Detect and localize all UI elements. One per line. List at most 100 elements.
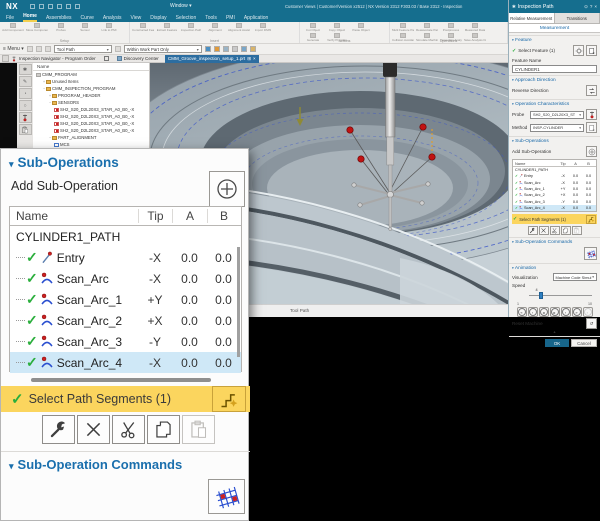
tab-discovery-center[interactable]: Discovery Center [117, 56, 159, 61]
select-path-segments-bar-mini[interactable]: ✓ Select Path Segments (1) [512, 214, 597, 224]
ribbon-item[interactable]: Reassociate Paths [416, 23, 438, 32]
selection-scope[interactable]: Within Work Part Only▾ [124, 45, 202, 53]
ribbon-item[interactable]: Link to PMI [98, 23, 120, 32]
section-approach-direction[interactable]: ▾ Approach Direction [509, 75, 600, 84]
select-path-segments-button[interactable] [212, 386, 246, 412]
edit-button[interactable] [528, 226, 538, 235]
toolbar-icon[interactable] [214, 46, 220, 52]
ribbon-item[interactable]: Cut Object [302, 23, 324, 32]
table-row[interactable]: ✓Scan_Arc -X0.00.0 [10, 268, 241, 289]
ribbon-item[interactable]: Alignment Assistant [228, 23, 250, 32]
edit-button[interactable] [42, 415, 75, 444]
select-feature-button[interactable] [573, 45, 584, 56]
help-icon[interactable]: ? [590, 4, 593, 9]
go-to-start-button[interactable]: « [517, 307, 527, 317]
tab-pmi[interactable]: PMI [226, 15, 235, 22]
table-row[interactable]: ✓Scan_Arc_2 +X0.00.0 [10, 310, 241, 331]
selection-filter-icon[interactable] [45, 46, 51, 52]
tab-transitions[interactable]: Transitions [555, 13, 600, 23]
quick-access-toolbar[interactable] [30, 4, 80, 9]
tab-tools[interactable]: Tools [205, 15, 217, 22]
cut-button[interactable] [112, 415, 145, 444]
toolbar-icon[interactable] [205, 46, 211, 52]
section-operation-characteristics[interactable]: ▾ Operation Characteristics [509, 99, 600, 108]
ribbon-item[interactable]: Copy Object [326, 23, 348, 32]
step-back-button[interactable]: ‹ [528, 307, 538, 317]
assembly-navigator-icon[interactable]: ✱ [19, 64, 32, 75]
speed-slider[interactable]: 4 [515, 288, 594, 302]
ribbon-item[interactable]: Postprocess [440, 23, 462, 32]
reset-machine-button[interactable]: ↺ [586, 318, 597, 329]
paste-button[interactable] [182, 415, 215, 444]
tree-row[interactable]: MCS [33, 141, 149, 148]
section-sub-operation-commands[interactable]: ▾ Sub-Operation Commands [509, 237, 600, 246]
tab-analysis[interactable]: Analysis [103, 15, 122, 22]
panel-title-bar[interactable]: ✱ Inspection Path ⊙ ? × [509, 0, 600, 13]
split-view-icon[interactable]: ⊞ [247, 56, 251, 62]
tree-row[interactable]: −CMM_INSPECTION_PROGRAM [33, 85, 149, 92]
tree-row[interactable]: +Unused Items [33, 78, 149, 85]
ribbon-item[interactable]: Move Component [26, 23, 48, 32]
cancel-button[interactable]: Cancel [571, 339, 597, 347]
stop-button[interactable]: ▪ [583, 307, 593, 317]
table-row[interactable]: ✓Entry -X0.00.0 [10, 247, 241, 268]
selection-type-filter[interactable]: Tool Path▾ [54, 45, 112, 53]
new-feature-button[interactable] [586, 45, 597, 56]
slider-thumb[interactable] [539, 292, 543, 299]
ribbon-item[interactable]: Multi Feature Paths [392, 23, 414, 32]
tab-display[interactable]: Display [150, 15, 166, 22]
toolbar-icon[interactable] [241, 46, 247, 52]
selection-filter-icon[interactable] [36, 46, 42, 52]
table-row[interactable]: ✓Scan_Arc_1 +Y0.00.0 [10, 289, 241, 310]
tab-inspection-navigator[interactable]: Inspection Navigator - Program Order [19, 56, 96, 61]
method-button[interactable] [586, 122, 597, 133]
ribbon-item[interactable]: Add Component [2, 23, 24, 32]
ribbon-item[interactable]: Paste Object [350, 23, 372, 32]
pin-panel-icon[interactable] [104, 56, 109, 61]
selection-filter-icon[interactable] [27, 46, 33, 52]
tab-curve[interactable]: Curve [81, 15, 94, 22]
section-sub-operations[interactable]: ▾ Sub-Operations [509, 136, 600, 145]
tree-row[interactable]: +PROGRAM_HEADER [33, 92, 149, 99]
close-icon[interactable]: × [253, 56, 256, 61]
tree-row[interactable]: SH2_S20_D2L20X3_STAR_A0_B0_-X [33, 113, 149, 120]
delete-button[interactable] [77, 415, 110, 444]
tab-assemblies[interactable]: Assemblies [46, 15, 72, 22]
table-header[interactable]: Name Tip A B [513, 160, 596, 167]
vertical-scrollbar[interactable] [237, 247, 240, 357]
add-sub-operation-button[interactable] [209, 171, 245, 207]
tab-selection[interactable]: Selection [176, 15, 197, 22]
tree-row[interactable]: SH2_S20_D2L20X3_STAR_A0_B0_-X [33, 127, 149, 134]
snap-point-icon[interactable] [115, 46, 121, 52]
constraint-navigator-icon[interactable]: ✎ [19, 76, 32, 87]
select-path-segments-bar[interactable]: ✓ Select Path Segments (1) [1, 386, 250, 412]
ribbon-item[interactable]: Inspection Path [180, 23, 202, 32]
section-animation[interactable]: ▾ Animation [509, 263, 600, 272]
add-sub-operation-button[interactable] [586, 146, 597, 157]
tree-row[interactable]: SH2_S20_D2L20X3_STAR_A0_B0_-X [33, 120, 149, 127]
tree-row[interactable]: −SENSORS [33, 99, 149, 106]
select-path-segments-button[interactable] [586, 215, 596, 224]
ok-button[interactable]: OK [545, 339, 569, 347]
toolbar-icon[interactable] [223, 46, 229, 52]
delete-button[interactable] [539, 226, 549, 235]
inspection-navigator-icon[interactable] [19, 112, 32, 123]
table-row-selected[interactable]: ✓Scan_Arc_4 -X0.00.0 [513, 205, 596, 211]
ribbon-item[interactable]: Probes [50, 23, 72, 32]
tab-home[interactable]: Home [23, 13, 37, 22]
play-forward-button[interactable]: ▸ [550, 307, 560, 317]
notifications-icon[interactable]: ◔ [19, 88, 32, 99]
section-feature[interactable]: ▾ Feature [509, 35, 600, 44]
table-row[interactable]: CYLINDER1_PATH [10, 226, 241, 247]
toolbar-icon[interactable] [232, 46, 238, 52]
feature-name-input[interactable]: CYLINDER1 [512, 65, 597, 73]
tab-application[interactable]: Application [244, 15, 268, 22]
sub-operations-header[interactable]: ▾Sub-Operations [9, 155, 119, 170]
copy-button[interactable] [147, 415, 180, 444]
table-header[interactable]: Name Tip A B [10, 207, 241, 226]
collapse-arrow-icon[interactable]: ▲ [509, 330, 600, 334]
measured-grid-button[interactable] [584, 247, 597, 260]
menu-button[interactable]: ≡ Menu ▾ [3, 46, 24, 52]
play-backward-button[interactable]: ◂ [539, 307, 549, 317]
cut-button[interactable] [550, 226, 560, 235]
